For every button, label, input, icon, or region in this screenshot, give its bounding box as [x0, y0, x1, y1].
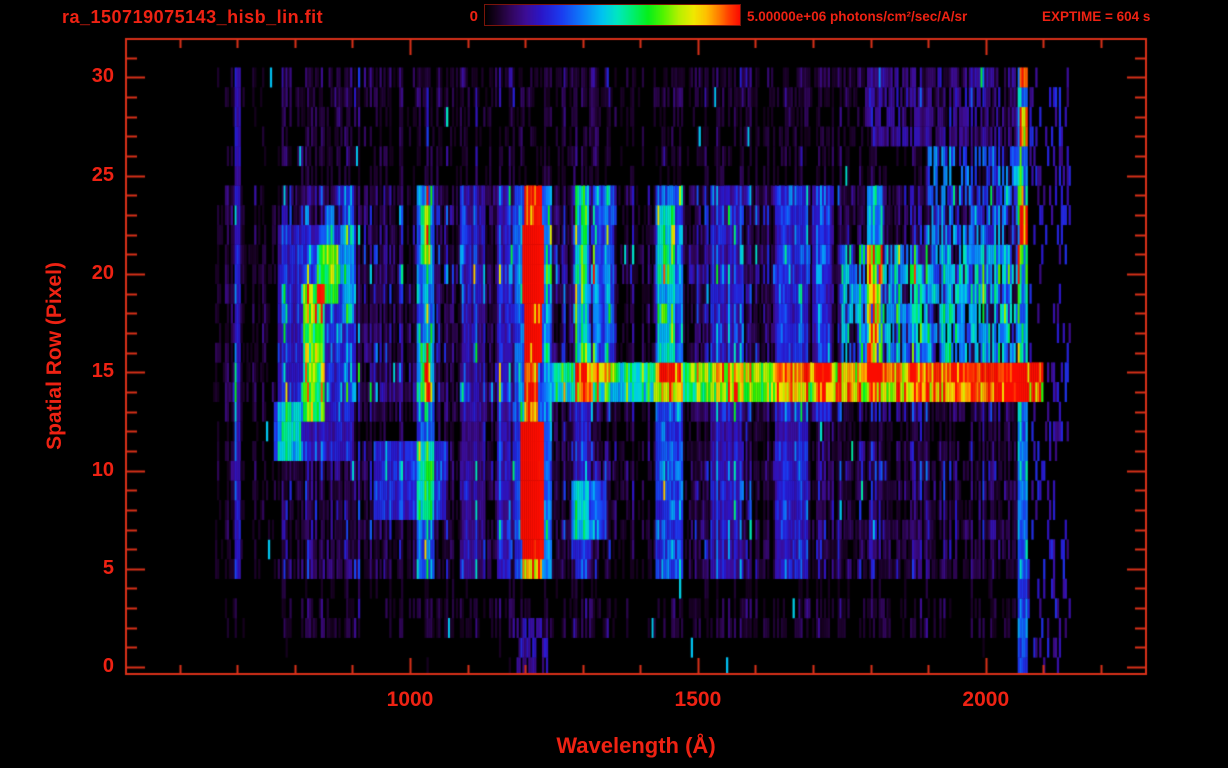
colorbar-gradient — [484, 4, 741, 26]
y-tick-label: 15 — [91, 360, 114, 383]
y-tick-label: 5 — [102, 556, 114, 579]
x-tick-label: 2000 — [962, 688, 1010, 711]
y-tick-label: 30 — [91, 65, 114, 88]
colorbar-min-label: 0 — [469, 8, 478, 25]
y-tick-label: 0 — [102, 655, 114, 678]
y-axis-title: Spatial Row (Pixel) — [43, 262, 66, 450]
x-tick-label: 1500 — [674, 688, 722, 711]
y-tick-label: 25 — [91, 163, 114, 186]
spectrogram-image — [0, 0, 1228, 768]
filename-label: ra_150719075143_hisb_lin.fit — [62, 7, 324, 27]
exptime-label: EXPTIME = 604 s — [1042, 9, 1151, 24]
colorbar-max-label: 5.00000e+06 photons/cm²/sec/A/sr — [747, 9, 968, 24]
y-tick-label: 20 — [91, 261, 114, 284]
x-axis-title: Wavelength (Å) — [556, 733, 716, 758]
fits-viewer-window: ra_150719075143_hisb_lin.fit 0 5.00000e+… — [0, 0, 1228, 768]
x-tick-label: 1000 — [386, 688, 434, 711]
y-tick-label: 10 — [91, 458, 114, 481]
